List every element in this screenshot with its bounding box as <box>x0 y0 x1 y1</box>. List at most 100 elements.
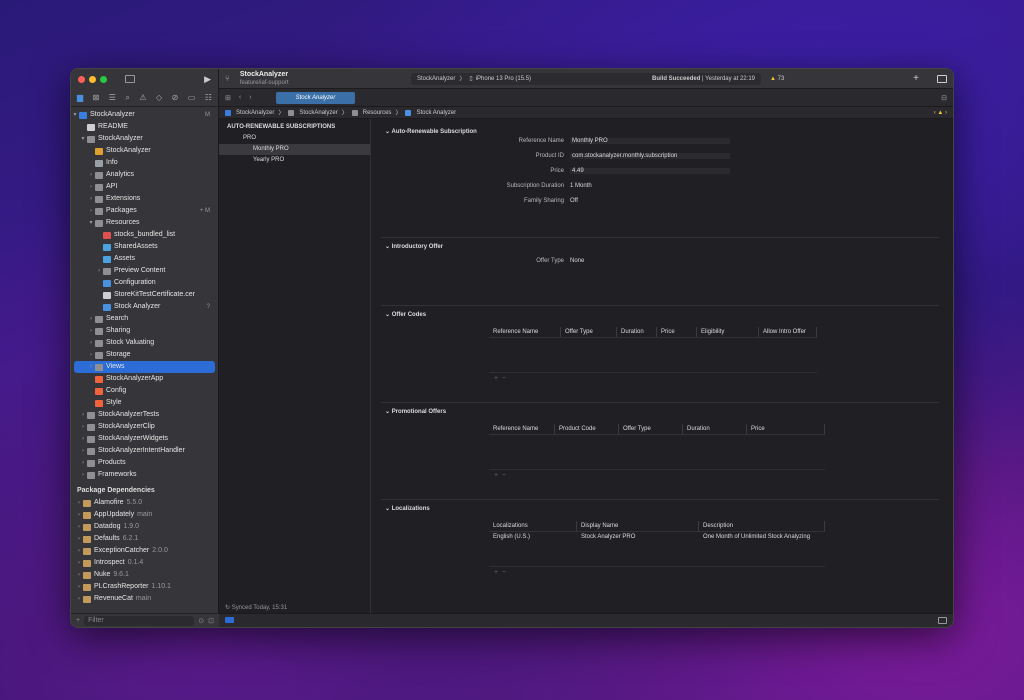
promotional-title[interactable]: ⌄ Promotional Offers <box>381 403 939 415</box>
column-header[interactable]: Reference Name <box>489 424 555 434</box>
debug-area-toggle-icon[interactable] <box>225 617 234 623</box>
sidebar-item[interactable]: › API <box>71 181 218 193</box>
chevron-right-icon[interactable]: › <box>79 469 87 481</box>
chevron-right-icon[interactable]: › <box>87 337 95 349</box>
chevron-right-icon[interactable]: › <box>95 265 103 277</box>
sidebar-item[interactable]: stocks_bundled_list <box>71 229 218 241</box>
issue-navigation[interactable]: ‹ ▲ › <box>934 110 947 116</box>
sidebar-item[interactable]: Assets <box>71 253 218 265</box>
column-header[interactable]: Eligibility <box>697 327 759 337</box>
sidebar-item[interactable]: Stock Analyzer? <box>71 301 218 313</box>
sidebar-item[interactable]: › Views <box>74 361 215 373</box>
tab-stock-analyzer[interactable]: Stock Analyzer <box>275 91 356 104</box>
chevron-right-icon[interactable]: › <box>79 457 87 469</box>
sidebar-item[interactable]: › Packages + M <box>71 205 218 217</box>
sidebar-item[interactable]: › Stock Valuating <box>71 337 218 349</box>
sidebar-item[interactable]: › StockAnalyzerWidgets <box>71 433 218 445</box>
package-item[interactable]: › ExceptionCatcher 2.0.0 <box>71 544 218 556</box>
test-icon[interactable]: ◇ <box>156 93 162 102</box>
project-info[interactable]: StockAnalyzer feature/iaf-support <box>240 71 289 87</box>
auto-renewable-title[interactable]: ⌄ Auto-Renewable Subscription <box>381 123 939 135</box>
add-tab-icon[interactable]: + <box>913 73 919 84</box>
table-row[interactable]: English (U.S.) Stock Analyzer PRO One Mont… <box>489 532 825 543</box>
sidebar-item[interactable]: SharedAssets <box>71 241 218 253</box>
chevron-right-icon[interactable]: › <box>75 593 83 605</box>
minimize-button[interactable] <box>89 75 96 83</box>
offer-codes-title[interactable]: ⌄ Offer Codes <box>381 306 939 318</box>
chevron-right-icon[interactable]: › <box>79 409 87 421</box>
package-item[interactable]: › AppUpdately main <box>71 508 218 520</box>
chevron-right-icon[interactable]: › <box>79 421 87 433</box>
field-value[interactable]: com.stockanalyzer.monthly.subscription <box>570 153 730 159</box>
warnings-indicator[interactable]: ▲ 73 <box>770 76 784 82</box>
search-icon[interactable]: ⌕ <box>125 93 129 103</box>
chevron-right-icon[interactable]: › <box>87 205 95 217</box>
folder-icon[interactable]: ▆ <box>77 93 83 102</box>
subscription-item-monthly[interactable]: Monthly PRO <box>219 144 370 155</box>
column-header[interactable]: Description <box>699 521 825 531</box>
inspector-toggle-icon[interactable] <box>937 74 947 83</box>
forward-icon[interactable]: › <box>249 94 251 101</box>
chevron-right-icon[interactable]: › <box>87 169 95 181</box>
sidebar-item[interactable]: › Preview Content <box>71 265 218 277</box>
package-item[interactable]: › PLCrashReporter 1.10.1 <box>71 580 218 592</box>
sidebar-item[interactable]: StoreKitTestCertificate.cer <box>71 289 218 301</box>
run-icon[interactable]: ▶ <box>204 74 211 85</box>
chevron-right-icon[interactable]: › <box>87 313 95 325</box>
sidebar-item[interactable]: Configuration <box>71 277 218 289</box>
package-item[interactable]: › RevenueCat main <box>71 592 218 604</box>
package-item[interactable]: › Datadog 1.9.0 <box>71 520 218 532</box>
scm-filter-icon[interactable]: ⊡ <box>208 617 214 625</box>
chevron-right-icon[interactable]: › <box>79 433 87 445</box>
sidebar-item[interactable]: › Extensions <box>71 193 218 205</box>
breakpoint-icon[interactable]: ▭ <box>188 93 196 102</box>
sidebar-item[interactable]: › Storage <box>71 349 218 361</box>
sidebar-item[interactable]: README <box>71 121 218 133</box>
chevron-right-icon[interactable]: › <box>87 325 95 337</box>
back-icon[interactable]: ‹ <box>239 94 241 101</box>
sidebar-item[interactable]: › Analytics <box>71 169 218 181</box>
column-header[interactable]: Offer Type <box>561 327 617 337</box>
sidebar-item[interactable]: ▾ StockAnalyzer <box>71 133 218 145</box>
related-items-icon[interactable]: ⊞ <box>225 94 231 102</box>
package-item[interactable]: › Introspect 0.1.4 <box>71 556 218 568</box>
issue-icon[interactable]: ⚠ <box>139 93 146 102</box>
recent-filter-icon[interactable]: ⊙ <box>198 617 204 625</box>
column-header[interactable]: Duration <box>683 424 747 434</box>
chevron-down-icon[interactable]: ▾ <box>79 133 87 145</box>
column-header[interactable]: Offer Type <box>619 424 683 434</box>
chevron-down-icon[interactable]: ▾ <box>71 109 79 121</box>
close-button[interactable] <box>78 75 85 83</box>
sidebar-item[interactable]: ▾ Resources <box>71 217 218 229</box>
column-header[interactable]: Duration <box>617 327 657 337</box>
breadcrumb-item[interactable]: Stock Analyzer <box>416 110 456 116</box>
package-item[interactable]: › Defaults 6.2.1 <box>71 532 218 544</box>
sidebar-item[interactable]: › StockAnalyzerIntentHandler <box>71 445 218 457</box>
add-icon[interactable]: + <box>76 617 80 624</box>
introductory-title[interactable]: ⌄ Introductory Offer <box>381 238 939 250</box>
symbols-icon[interactable]: ☰ <box>109 93 116 102</box>
package-item[interactable]: › Alamofire 5.5.0 <box>71 496 218 508</box>
sidebar-item[interactable]: Style <box>71 397 218 409</box>
add-remove-controls[interactable]: + − <box>494 569 506 576</box>
add-remove-controls[interactable]: + − <box>494 472 506 479</box>
sidebar-item[interactable]: › Search <box>71 313 218 325</box>
chevron-down-icon[interactable]: ▾ <box>87 217 95 229</box>
column-header[interactable]: Price <box>657 327 697 337</box>
sidebar-item[interactable]: › Frameworks <box>71 469 218 481</box>
column-header[interactable]: Product Code <box>555 424 619 434</box>
field-value[interactable]: 1 Month <box>570 183 730 189</box>
report-icon[interactable]: ☷ <box>205 93 212 102</box>
chevron-right-icon[interactable]: › <box>87 349 95 361</box>
field-value[interactable]: Monthly PRO <box>570 138 730 144</box>
subscription-item-yearly[interactable]: Yearly PRO <box>219 155 370 166</box>
chevron-right-icon[interactable]: › <box>87 193 95 205</box>
sidebar-item[interactable]: › Products <box>71 457 218 469</box>
zoom-button[interactable] <box>100 75 107 83</box>
sidebar-item[interactable]: Config <box>71 385 218 397</box>
editor-options-icon[interactable]: ⊟ <box>941 94 947 102</box>
sidebar-item[interactable]: StockAnalyzer <box>71 145 218 157</box>
sidebar-item[interactable]: › StockAnalyzerClip <box>71 421 218 433</box>
breadcrumb-item[interactable]: Resources <box>363 110 392 116</box>
scheme-selector[interactable]: StockAnalyzer <box>417 76 455 82</box>
